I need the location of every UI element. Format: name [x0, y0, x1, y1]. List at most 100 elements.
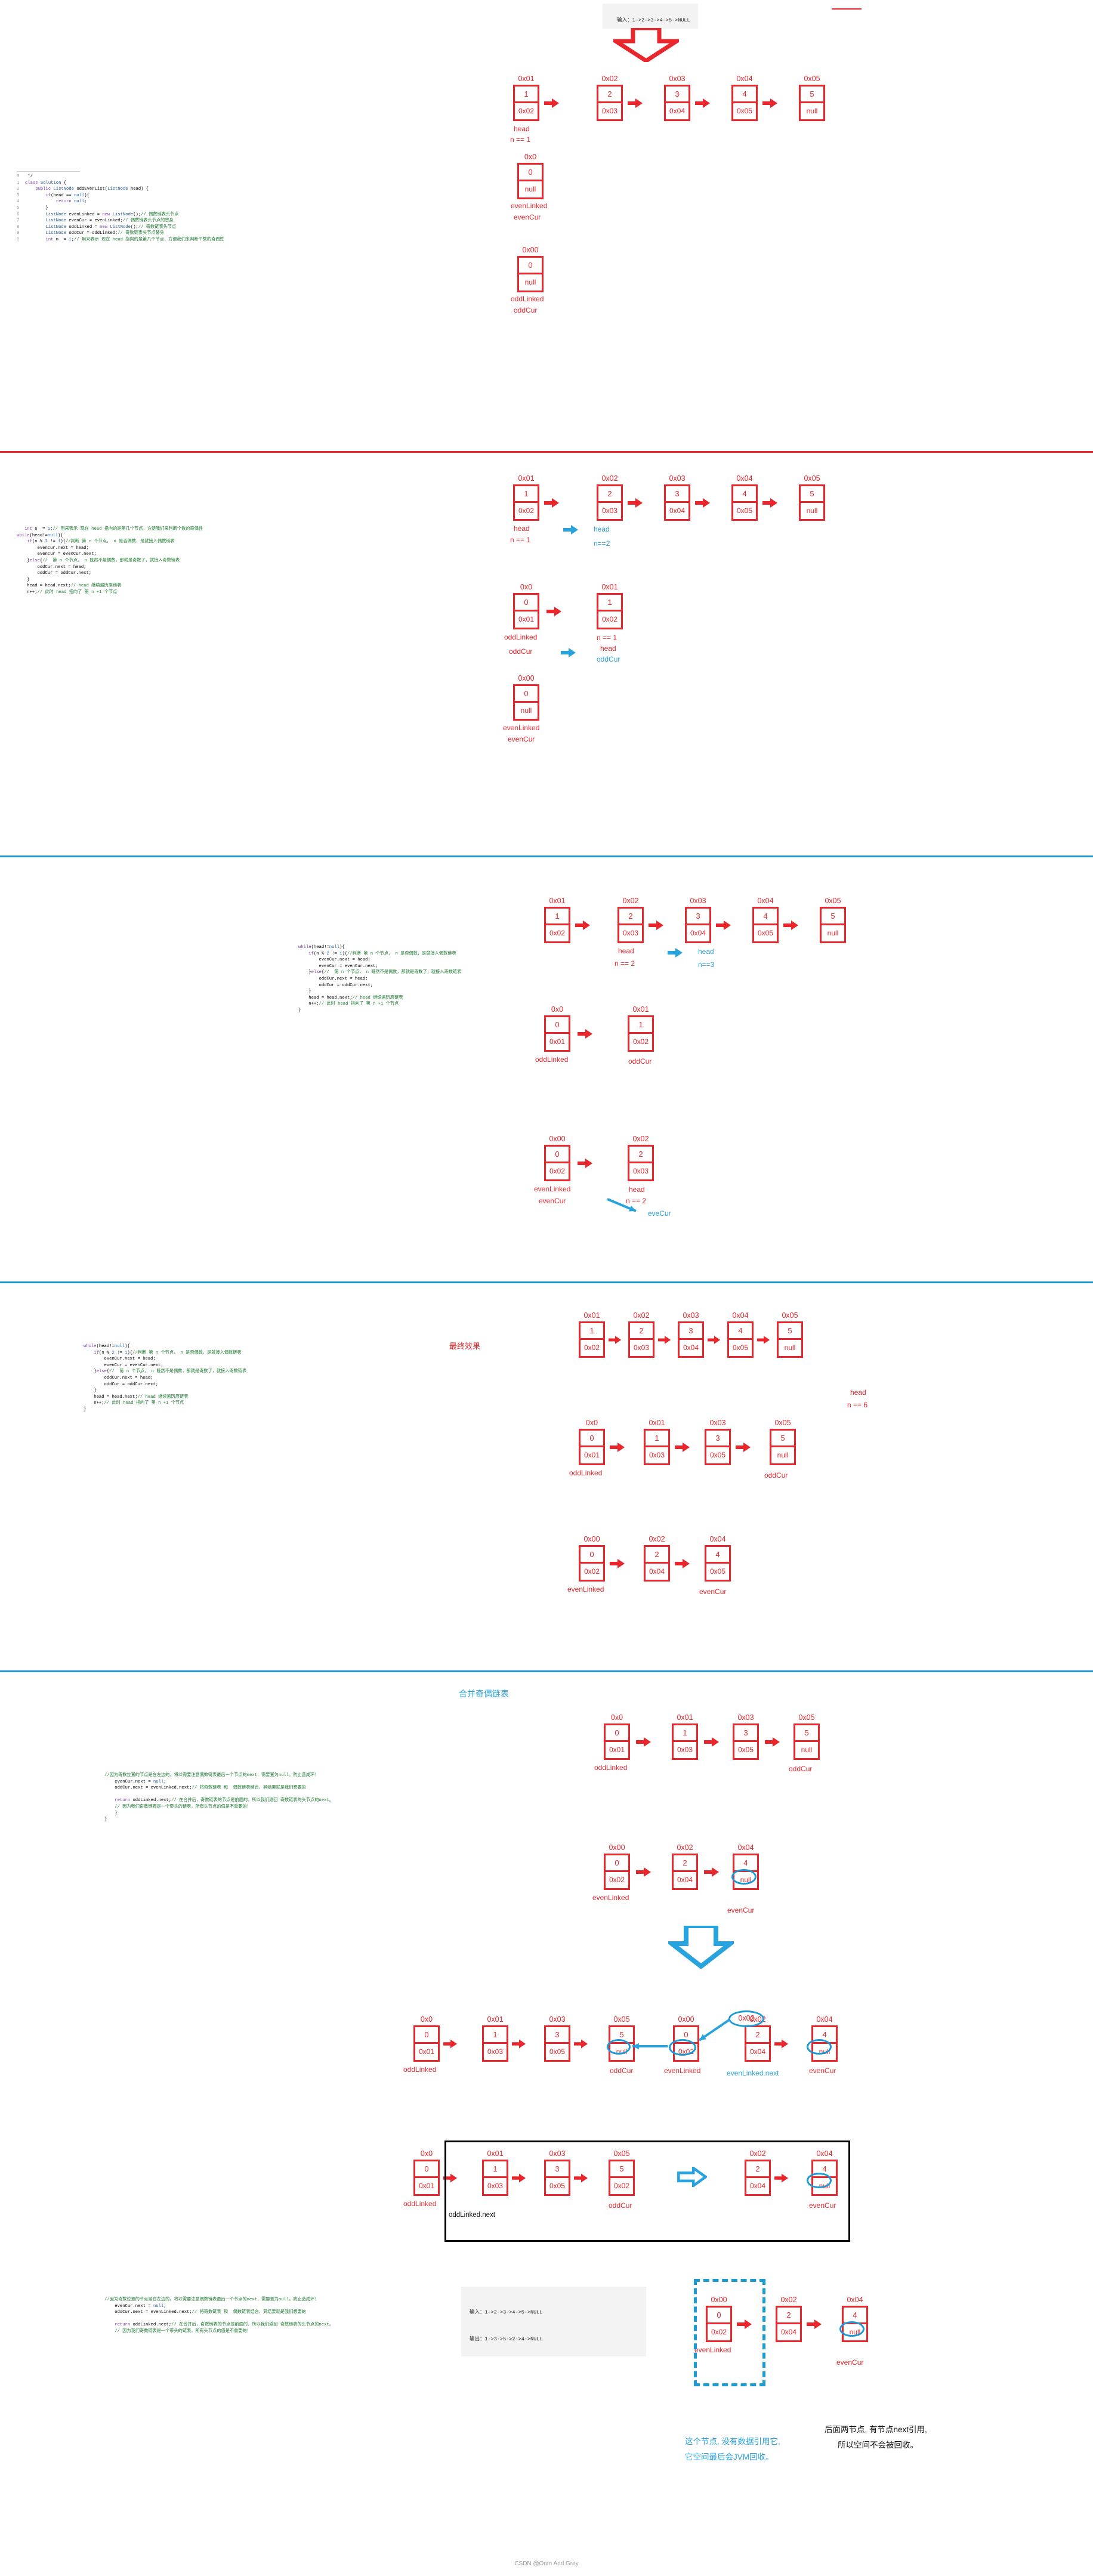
node-value: 2 [630, 1323, 653, 1340]
next-pointer-arrow [704, 1867, 720, 1877]
node-address-label: 0x03 [669, 474, 686, 483]
node-next-pointer: 0x05 [709, 1451, 726, 1460]
node-address-label: 0x05 [825, 897, 841, 905]
node-value: 2 [646, 1547, 668, 1564]
oddcur-label-2: oddCur [509, 647, 533, 656]
node-next-pointer: 0x02 [518, 506, 535, 515]
node-next-pointer: 0x02 [632, 1037, 649, 1046]
next-pointer-arrow [762, 498, 778, 508]
node-next-pointer: 0x03 [677, 1746, 693, 1755]
node-address-label: 0x03 [709, 1419, 726, 1427]
node-next-pointer: 0x02 [549, 1167, 566, 1176]
node-value: 3 [666, 87, 688, 103]
node-address-label: 0x01 [487, 2015, 504, 2024]
node-value: 2 [598, 486, 621, 503]
node-address-label: 0x0 [420, 2015, 433, 2024]
node-value: 1 [629, 1017, 652, 1034]
next-pointer-arrow [708, 1335, 721, 1345]
node-value: 4 [734, 1855, 757, 1872]
node-next-pointer: 0x03 [487, 2047, 504, 2056]
node-value: 2 [674, 1855, 696, 1872]
node-address-label: 0x05 [774, 1419, 791, 1427]
node-address-label: 0x0 [585, 1419, 598, 1427]
node-address-label: 0x04 [709, 1535, 726, 1543]
next-pointer-arrow [512, 2038, 526, 2049]
node-value: 4 [844, 2308, 866, 2324]
node-value: 0 [519, 165, 542, 181]
top-red-line [832, 8, 862, 10]
node-next-pointer: null [806, 506, 818, 515]
node-address-label: 0x03 [737, 1713, 754, 1722]
node-value: 5 [610, 2027, 633, 2044]
node-next-pointer: 0x04 [690, 929, 706, 938]
node-next-pointer: 0x05 [709, 1567, 726, 1576]
next-pointer-arrow [636, 1737, 652, 1747]
footer-watermark: CSDN @Oom And Grey [514, 2560, 579, 2567]
next-pointer-arrow [544, 98, 560, 109]
node-value: 5 [779, 1323, 801, 1340]
next-pointer-arrow [628, 98, 643, 109]
node-next-pointer: 0x02 [609, 1876, 625, 1885]
list-node: 1 0x02 [544, 907, 570, 943]
node-address-label: 0x05 [782, 1311, 798, 1320]
list-node: 5 null [799, 484, 825, 521]
head-new-label-3: head [698, 947, 714, 956]
node-next-pointer: 0x02 [583, 1343, 600, 1352]
section-divider-4 [0, 1670, 1093, 1672]
node-address-label: 0x02 [677, 1843, 693, 1852]
node-next-pointer: null [849, 2328, 861, 2337]
node-address-label: 0x0 [610, 1713, 623, 1722]
oddcur-new-label: oddCur [597, 655, 620, 663]
node-value: 2 [746, 2027, 769, 2044]
evenlinked-next-to-oddcur-arrow [628, 2042, 672, 2050]
next-pointer-arrow [574, 2038, 588, 2049]
node-next-pointer: 0x01 [583, 1451, 600, 1460]
node-value: 2 [777, 2308, 800, 2324]
node-next-pointer: null [819, 2047, 830, 2056]
node-next-pointer: 0x01 [609, 1746, 625, 1755]
node-next-pointer: 0x05 [736, 107, 753, 116]
node-address-label: 0x01 [518, 474, 535, 483]
node-value: 5 [795, 1725, 818, 1742]
node-next-pointer: 0x01 [418, 2047, 435, 2056]
node-address-label: 0x00 [549, 1135, 566, 1143]
node-address-label: 0x04 [757, 897, 774, 905]
oddcur-label-3: oddCur [628, 1057, 652, 1065]
merged-result-box [444, 2141, 850, 2242]
evecur-label-3: eveCur [648, 1209, 671, 1218]
node-next-pointer: null [740, 1876, 752, 1885]
node-value: 2 [629, 1147, 652, 1163]
n-new-label-3: n==3 [698, 960, 715, 969]
node-value: 0 [606, 1855, 628, 1872]
oddlinked-label-7: oddLinked [403, 2200, 437, 2208]
node-value: 0 [675, 2027, 697, 2044]
list-node: 3 0x05 [733, 1723, 759, 1760]
list-node: 3 0x04 [664, 85, 690, 121]
node-next-pointer: 0x01 [418, 2182, 435, 2191]
node-next-pointer: null [801, 1746, 813, 1755]
evenlinked-label-3: evenLinked [534, 1185, 571, 1193]
list-node: 2 0x04 [644, 1545, 670, 1582]
node-value: 0 [581, 1431, 603, 1447]
code-block-5: //因为奇数位置的节点是在左边的，将以需要注意偶数链表最后一个节点的next，需… [104, 1772, 558, 1823]
node-address-label: 0x04 [736, 75, 753, 83]
node-value: 4 [733, 87, 756, 103]
node-next-pointer: null [524, 278, 536, 287]
oddcur-label-5: oddCur [789, 1765, 813, 1773]
next-pointer-arrow [675, 1558, 690, 1569]
node-value: 3 [666, 486, 688, 503]
evenlinked-label-2: evenLinked [503, 724, 540, 732]
list-node: 1 0x02 [513, 85, 539, 121]
list-node: 2 0x04 [672, 1854, 698, 1890]
gc-note: 这个节点, 没有数据引用它, 它空间最后会JVM回收。 [685, 2434, 780, 2465]
node-next-pointer: 0x02 [601, 615, 618, 624]
list-node: 2 0x03 [597, 85, 623, 121]
node-address-label: 0x02 [622, 897, 639, 905]
n-old-label: n == 1 [510, 536, 531, 544]
node-value: 1 [674, 1725, 696, 1742]
list-node: 0 0x01 [513, 593, 539, 629]
list-node: 0 0x02 [604, 1854, 630, 1890]
oddlinked-label-4: oddLinked [569, 1469, 603, 1477]
node-value: 1 [515, 87, 538, 103]
node-value: 0 [546, 1017, 569, 1034]
